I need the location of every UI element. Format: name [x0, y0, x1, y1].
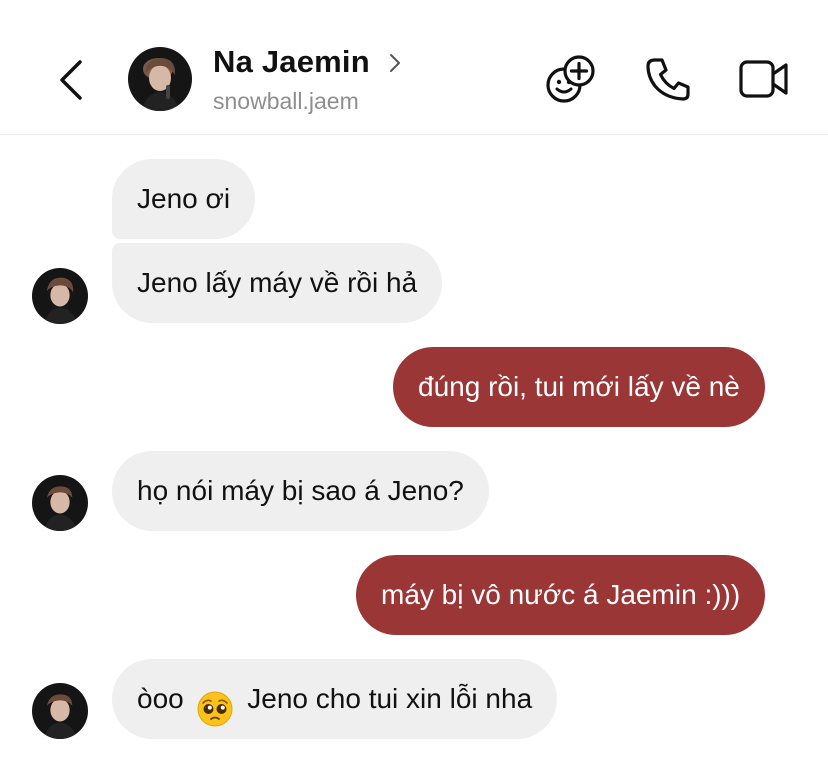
sender-avatar[interactable]	[32, 475, 88, 531]
message-text: họ nói máy bị sao á Jeno?	[137, 475, 464, 506]
message-text: Jeno lấy máy về rồi hả	[137, 267, 418, 298]
chevron-left-icon	[60, 60, 82, 100]
back-button[interactable]	[52, 56, 92, 104]
message-text-after: Jeno cho tui xin lỗi nha	[247, 683, 533, 714]
message-incoming[interactable]: Jeno ơi	[112, 159, 256, 239]
video-camera-icon	[739, 60, 788, 98]
message-text: máy bị vô nước á Jaemin :)))	[381, 579, 741, 610]
contact-handle[interactable]: snowball.jaem	[213, 88, 359, 115]
message-thread[interactable]: Jeno ơi Jeno lấy máy về rồi hả đúng rồi,…	[0, 135, 828, 753]
message-outgoing[interactable]: đúng rồi, tui mới lấy về nè	[393, 347, 765, 427]
contact-avatar[interactable]	[128, 47, 192, 111]
message-incoming[interactable]: Jeno lấy máy về rồi hả	[112, 243, 443, 323]
sender-avatar[interactable]	[32, 683, 88, 739]
contact-name[interactable]: Na Jaemin	[213, 44, 370, 80]
sticker-add-icon	[546, 55, 595, 103]
message-text-before: òoo	[137, 683, 184, 714]
chat-header: Na Jaemin snowball.jaem	[0, 0, 828, 135]
pleading-face-icon	[196, 679, 234, 727]
message-outgoing[interactable]: máy bị vô nước á Jaemin :)))	[356, 555, 766, 635]
message-incoming[interactable]: òoo Jeno cho tui xin lỗi nha	[112, 659, 558, 739]
message-incoming[interactable]: họ nói máy bị sao á Jeno?	[112, 451, 489, 531]
message-text: Jeno ơi	[137, 183, 231, 214]
sticker-add-button[interactable]	[544, 54, 598, 104]
message-text: đúng rồi, tui mới lấy về nè	[418, 371, 740, 402]
phone-icon	[646, 58, 690, 101]
voice-call-button[interactable]	[643, 55, 693, 103]
sender-avatar[interactable]	[32, 268, 88, 324]
chevron-right-icon[interactable]	[386, 52, 404, 74]
video-call-button[interactable]	[738, 58, 790, 100]
